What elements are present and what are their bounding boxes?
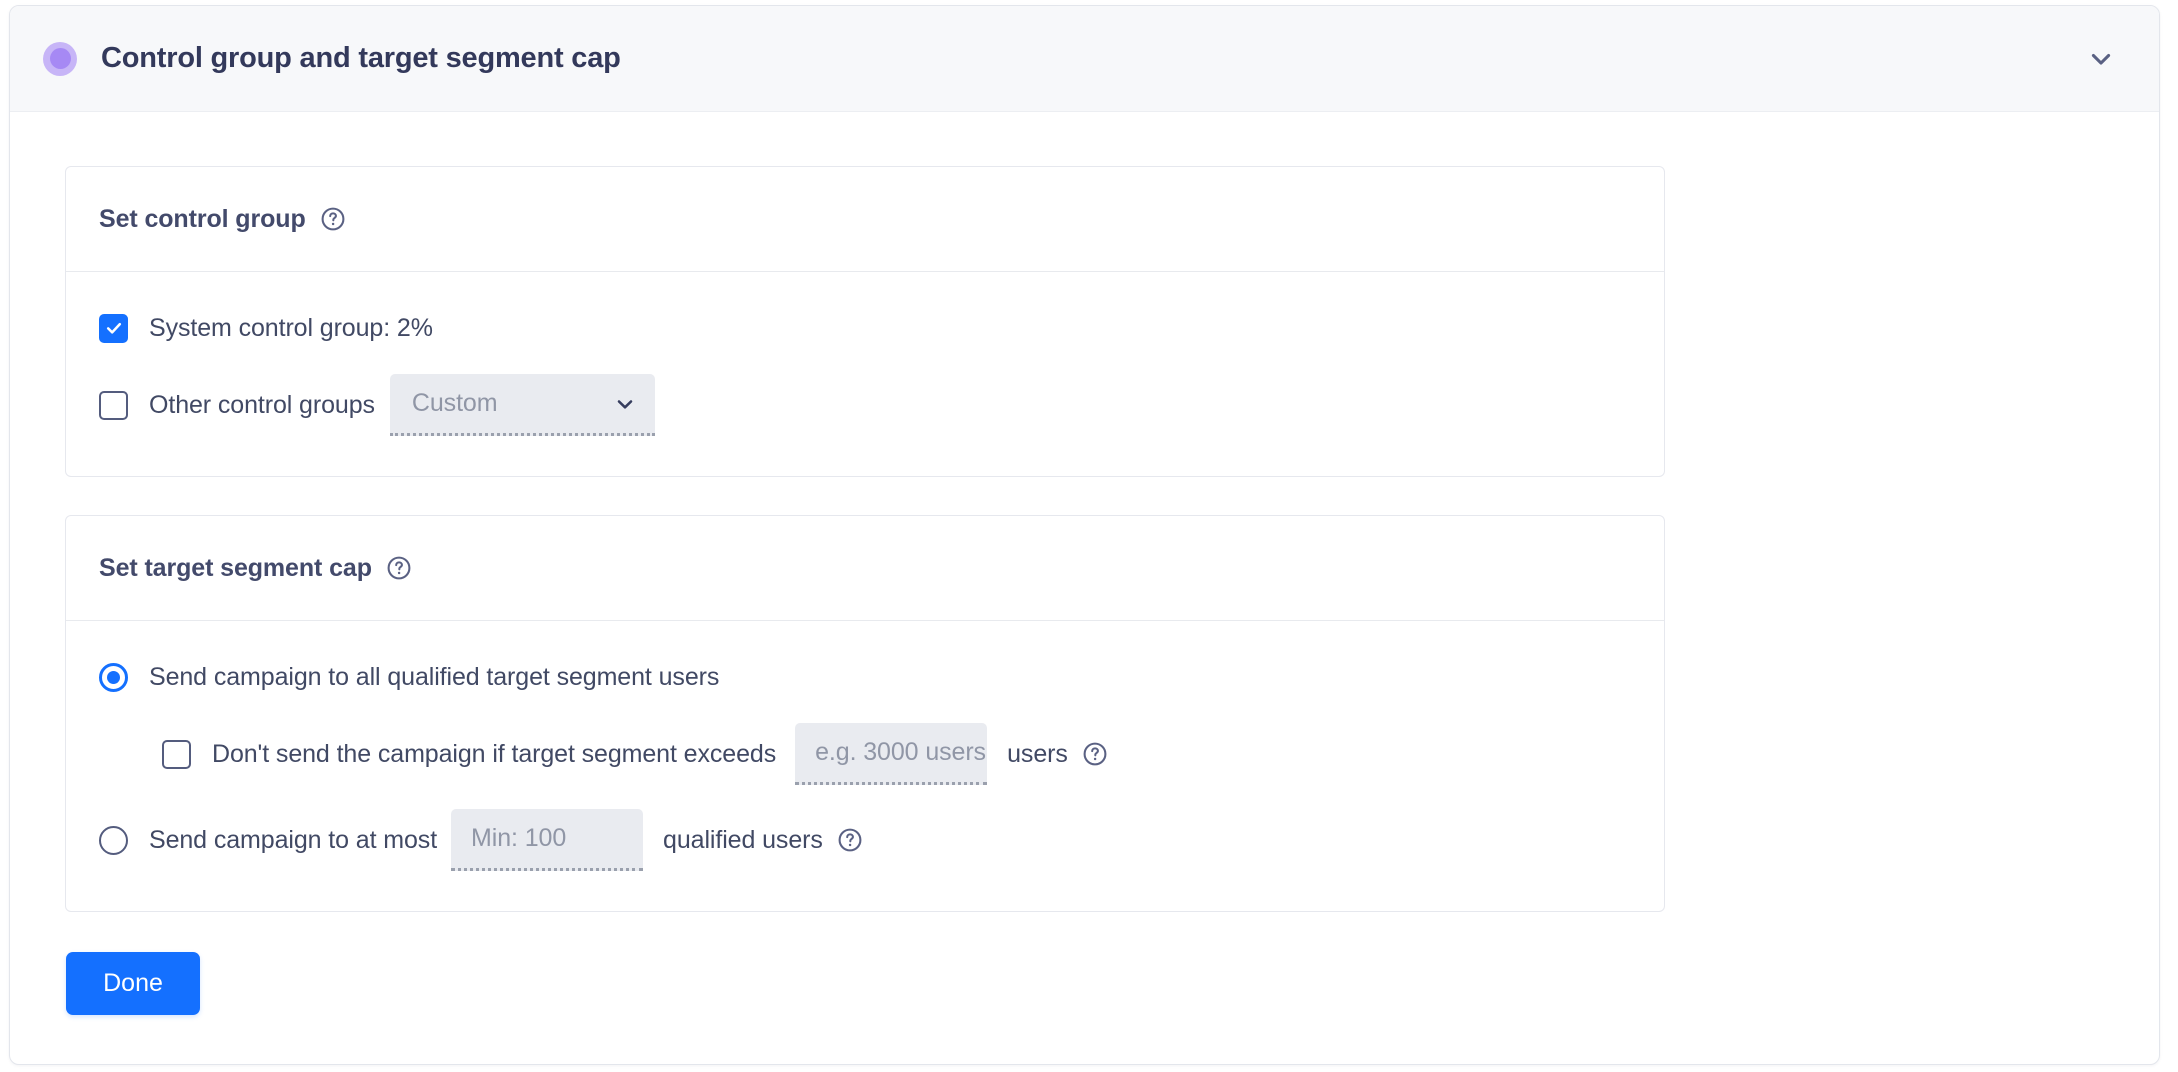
system-control-group-label: System control group: 2% [149, 314, 433, 343]
segment-exceeds-help-icon[interactable] [1082, 741, 1108, 767]
segment-exceeds-rule-row: Don't send the campaign if target segmen… [162, 723, 1631, 785]
check-icon [104, 318, 124, 338]
target-segment-card-header: Set target segment cap [66, 516, 1664, 621]
target-segment-card-title: Set target segment cap [99, 554, 372, 583]
control-group-help-icon[interactable] [320, 206, 346, 232]
page-title: Control group and target segment cap [101, 42, 621, 75]
control-group-card-header: Set control group [66, 167, 1664, 272]
question-circle-icon [1082, 741, 1108, 767]
send-at-most-help-icon[interactable] [837, 827, 863, 853]
chevron-down-icon [2087, 45, 2115, 73]
section-status-badge [43, 42, 77, 76]
set-control-group-card: Set control group Syste [65, 166, 1665, 477]
system-control-group-row: System control group: 2% [99, 306, 1631, 350]
send-at-most-suffix-label: qualified users [663, 826, 823, 855]
segment-exceeds-input-placeholder: e.g. 3000 users [815, 738, 986, 767]
send-to-all-qualified-label: Send campaign to all qualified target se… [149, 663, 719, 692]
chevron-down-icon [613, 392, 637, 416]
other-control-groups-label: Other control groups [149, 391, 375, 420]
other-control-groups-select[interactable]: Custom [390, 374, 655, 436]
done-button[interactable]: Done [66, 952, 200, 1015]
send-to-all-qualified-row: Send campaign to all qualified target se… [99, 655, 1631, 699]
question-circle-icon [386, 555, 412, 581]
set-target-segment-cap-card: Set target segment cap Send campaign to … [65, 515, 1665, 912]
radio-selected-dot [107, 671, 120, 684]
segment-exceeds-suffix-label: users [1007, 740, 1068, 769]
target-segment-help-icon[interactable] [386, 555, 412, 581]
control-group-panel: Control group and target segment cap Set… [9, 5, 2160, 1065]
segment-exceeds-input[interactable]: e.g. 3000 users [795, 723, 987, 785]
other-control-groups-row: Other control groups Custom [99, 374, 1631, 436]
question-circle-icon [837, 827, 863, 853]
system-control-group-checkbox[interactable] [99, 314, 128, 343]
send-at-most-row: Send campaign to at most Min: 100 qualif… [99, 809, 1631, 871]
target-segment-card-content: Send campaign to all qualified target se… [66, 621, 1664, 911]
other-control-groups-select-value: Custom [412, 389, 498, 418]
send-to-all-qualified-radio[interactable] [99, 663, 128, 692]
send-at-most-input[interactable]: Min: 100 [451, 809, 643, 871]
send-at-most-label: Send campaign to at most [149, 826, 437, 855]
segment-exceeds-checkbox[interactable] [162, 740, 191, 769]
segment-exceeds-label: Don't send the campaign if target segmen… [212, 740, 776, 769]
send-at-most-radio[interactable] [99, 826, 128, 855]
question-circle-icon [320, 206, 346, 232]
panel-header: Control group and target segment cap [10, 6, 2159, 112]
panel-body: Set control group Syste [10, 112, 2159, 1015]
control-group-card-title: Set control group [99, 205, 306, 234]
control-group-card-content: System control group: 2% Other control g… [66, 272, 1664, 476]
send-at-most-input-placeholder: Min: 100 [471, 824, 566, 853]
collapse-section-button[interactable] [2081, 39, 2121, 79]
other-control-groups-checkbox[interactable] [99, 391, 128, 420]
section-status-dot [50, 48, 71, 69]
